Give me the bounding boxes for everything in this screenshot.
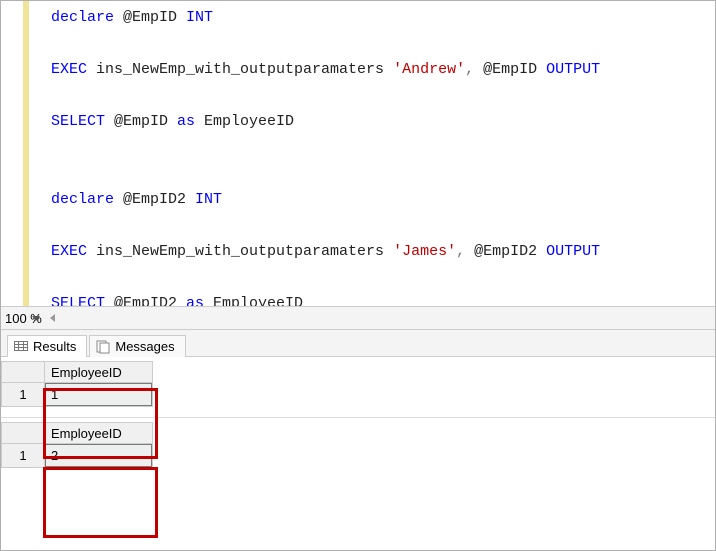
tab-results[interactable]: Results [7, 335, 87, 357]
grid-corner [1, 422, 45, 444]
column-header[interactable]: EmployeeID [45, 422, 153, 444]
editor-gutter [1, 1, 29, 306]
zoom-bar: 100 % [1, 306, 715, 330]
scroll-left-icon[interactable] [50, 314, 55, 322]
resultset-0: EmployeeID 1 1 [1, 357, 715, 418]
result-cell[interactable]: 2 [45, 444, 153, 468]
tab-messages[interactable]: Messages [89, 335, 185, 357]
tab-results-label: Results [33, 339, 76, 354]
row-number[interactable]: 1 [1, 383, 45, 407]
zoom-level[interactable]: 100 % [5, 311, 42, 326]
code-area[interactable]: declare @EmpID INT EXEC ins_NewEmp_with_… [29, 1, 715, 306]
sql-editor[interactable]: declare @EmpID INT EXEC ins_NewEmp_with_… [1, 1, 715, 306]
row-number[interactable]: 1 [1, 444, 45, 468]
result-cell[interactable]: 1 [45, 383, 153, 407]
tab-messages-label: Messages [115, 339, 174, 354]
column-header[interactable]: EmployeeID [45, 361, 153, 383]
results-tabstrip: Results Messages [1, 330, 715, 357]
grid-corner [1, 361, 45, 383]
results-pane[interactable]: EmployeeID 1 1 EmployeeID 1 2 [1, 357, 715, 550]
resultset-1: EmployeeID 1 2 [1, 418, 715, 478]
grid-icon [14, 341, 28, 353]
messages-icon [96, 340, 110, 354]
